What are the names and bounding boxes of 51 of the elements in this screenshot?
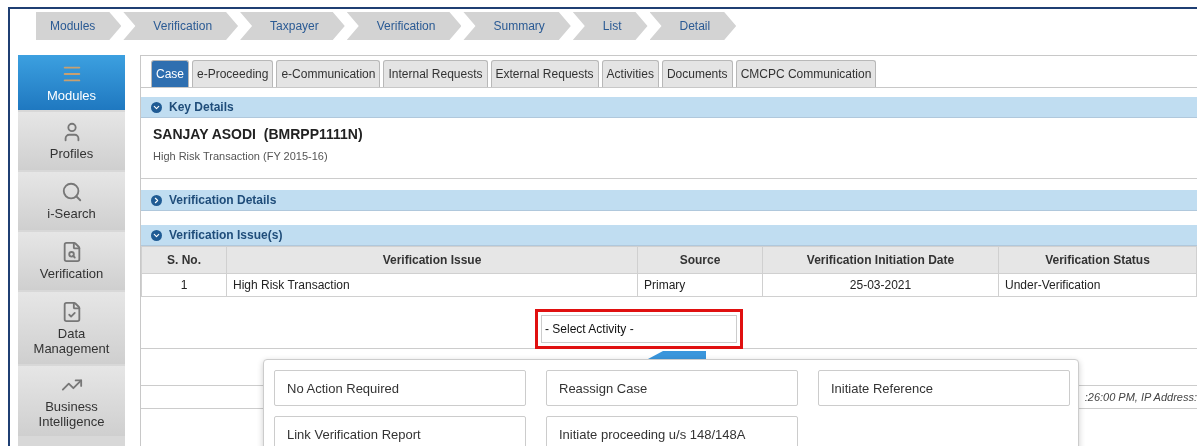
tab[interactable]: Activities <box>601 60 659 87</box>
table-cell: High Risk Transaction <box>226 273 638 297</box>
activity-select[interactable]: - Select Activity - <box>541 315 737 343</box>
section-header[interactable]: Key Details <box>141 97 1197 118</box>
column-header: Verification Status <box>998 246 1197 274</box>
tab[interactable]: Case <box>151 60 189 87</box>
sidebar-item[interactable]: Verification <box>18 232 125 290</box>
footer-text: :26:00 PM, IP Address: <box>1084 391 1197 403</box>
column-header: Source <box>637 246 763 274</box>
menu-option[interactable]: No Action Required <box>274 370 526 406</box>
table-cell: Primary <box>637 273 763 297</box>
breadcrumb-item[interactable]: Verification <box>346 12 462 40</box>
popup-pointer <box>648 351 706 359</box>
breadcrumb-item[interactable]: Taxpayer <box>240 12 345 40</box>
sidebar-item[interactable]: Profiles <box>18 112 125 170</box>
column-header: Verification Issue <box>226 246 638 274</box>
column-header: Verification Initiation Date <box>762 246 999 274</box>
breadcrumb-item[interactable]: Verification <box>123 12 239 40</box>
expand-icon <box>151 194 162 206</box>
tab[interactable]: CMCPC Communication <box>735 60 877 87</box>
taxpayer-name: SANJAY ASODI (BMRPP1111N) <box>153 126 364 142</box>
menu-option[interactable]: Reassign Case <box>546 370 798 406</box>
menu-option[interactable]: Initiate proceeding u/s 148/148A <box>546 416 798 446</box>
breadcrumb-item[interactable]: Summary <box>463 12 571 40</box>
column-header: S. No. <box>141 246 227 274</box>
sidebar-item[interactable]: i-Search <box>18 172 125 230</box>
breadcrumb-item[interactable]: List <box>572 12 648 40</box>
menu-option[interactable]: Initiate Reference <box>818 370 1070 406</box>
section-header[interactable]: Verification Issue(s) <box>141 225 1197 246</box>
section-title: Verification Issue(s) <box>169 228 283 242</box>
breadcrumb-item[interactable]: Detail <box>649 12 737 40</box>
section-title: Key Details <box>169 100 234 114</box>
tab[interactable]: e-Proceeding <box>192 60 274 87</box>
tab[interactable]: Internal Requests <box>383 60 488 87</box>
menu-option[interactable]: Link Verification Report <box>274 416 526 446</box>
sidebar-item[interactable]: Data Management <box>18 292 125 364</box>
tab[interactable]: Documents <box>661 60 733 87</box>
tab[interactable]: e-Communication <box>276 60 381 87</box>
collapse-icon <box>151 229 162 241</box>
tab[interactable]: External Requests <box>490 60 599 87</box>
table-cell: Under-Verification <box>998 273 1197 297</box>
table-cell: 25-03-2021 <box>762 273 999 297</box>
sidebar-item[interactable]: Modules <box>18 55 125 110</box>
collapse-icon <box>151 101 162 113</box>
section-header[interactable]: Verification Details <box>141 190 1197 211</box>
breadcrumb-item[interactable]: Modules <box>36 12 122 40</box>
section-title: Verification Details <box>169 193 277 207</box>
table-cell: 1 <box>141 273 227 297</box>
search-icon <box>60 181 83 203</box>
sidebar-item[interactable]: Business Intelligence <box>18 366 125 436</box>
case-subtitle: High Risk Transaction (FY 2015-16) <box>153 150 329 162</box>
